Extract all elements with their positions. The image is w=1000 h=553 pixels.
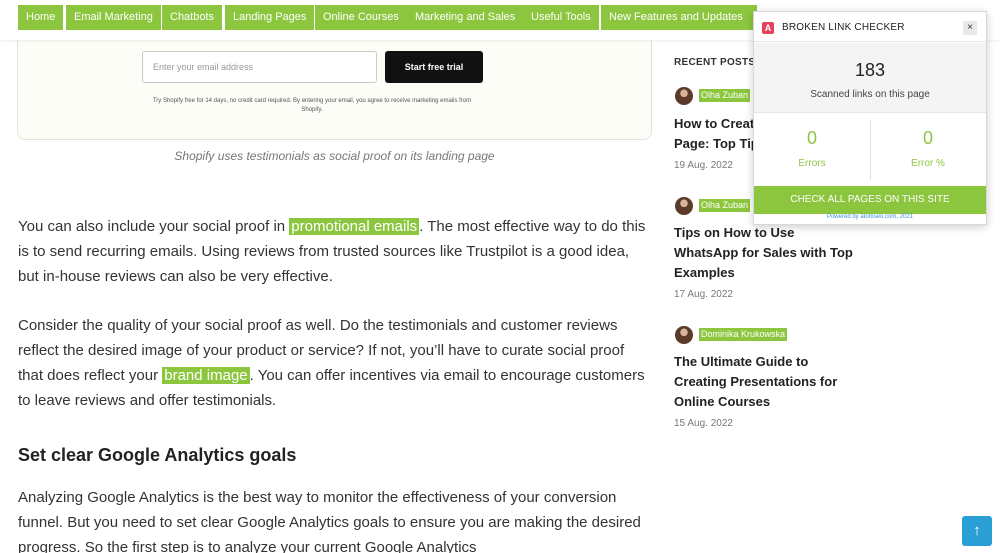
checker-logo-icon: A: [762, 22, 774, 34]
promotional-emails-link[interactable]: promotional emails: [289, 218, 420, 235]
post-date: 15 Aug. 2022: [674, 418, 733, 429]
check-all-pages-button[interactable]: CHECK ALL PAGES ON THIS SITE: [754, 186, 986, 214]
article-paragraph-1: You can also include your social proof i…: [18, 214, 653, 289]
nav-item-chatbots[interactable]: Chatbots: [162, 5, 223, 30]
scanned-links-panel: 183 Scanned links on this page: [754, 43, 986, 113]
nav-item-marketing-and-sales[interactable]: Marketing and Sales: [407, 5, 524, 30]
post-date: 17 Aug. 2022: [674, 289, 733, 300]
email-input[interactable]: Enter your email address: [142, 51, 377, 83]
nav-item-new-features[interactable]: New Features and Updates: [601, 5, 751, 30]
recent-posts-title: RECENT POSTS: [674, 57, 756, 68]
article-paragraph-2: Consider the quality of your social proo…: [18, 313, 653, 413]
scanned-links-count: 183: [854, 60, 886, 80]
error-percent-stat: 0 Error %: [870, 120, 986, 185]
scroll-to-top-button[interactable]: ↑: [962, 516, 992, 546]
errors-stat: 0 Errors: [754, 120, 870, 185]
broken-link-checker-popup: A BROKEN LINK CHECKER × 183 Scanned link…: [753, 11, 987, 225]
nav-item-useful-tools[interactable]: Useful Tools: [523, 5, 599, 30]
image-caption: Shopify uses testimonials as social proo…: [174, 149, 495, 163]
arrow-up-icon: ↑: [973, 522, 981, 539]
powered-by-link[interactable]: Powered by atomseo.com, 2021: [754, 214, 986, 220]
nav-item-online-courses[interactable]: Online Courses: [315, 5, 407, 30]
errors-count: 0: [806, 128, 817, 148]
post-author-link[interactable]: Olha Zuban: [699, 89, 751, 102]
author-avatar: [675, 87, 693, 105]
brand-image-link[interactable]: brand image: [162, 367, 250, 384]
error-percent-label: Error %: [911, 158, 945, 169]
post-author-link[interactable]: Olha Zuban: [699, 199, 751, 212]
nav-item-landing-pages[interactable]: Landing Pages: [225, 5, 315, 30]
article-paragraph-3: Analyzing Google Analytics is the best w…: [18, 489, 641, 553]
nav-item-email-marketing[interactable]: Email Marketing: [66, 5, 161, 30]
post-title-link[interactable]: The Ultimate Guide to Creating Presentat…: [674, 352, 854, 412]
post-author-link[interactable]: Dominika Krukowska: [699, 328, 788, 341]
start-free-trial-button[interactable]: Start free trial: [385, 51, 483, 83]
section-heading: Set clear Google Analytics goals: [18, 445, 297, 465]
error-percent-value: 0: [922, 128, 933, 148]
checker-header: A BROKEN LINK CHECKER ×: [754, 12, 986, 42]
checker-title: BROKEN LINK CHECKER: [782, 22, 905, 33]
scanned-links-label: Scanned links on this page: [810, 89, 930, 100]
post-date: 19 Aug. 2022: [674, 160, 733, 171]
author-avatar: [675, 326, 693, 344]
author-avatar: [675, 197, 693, 215]
close-icon[interactable]: ×: [963, 21, 977, 35]
errors-label: Errors: [798, 158, 826, 169]
signup-disclaimer: Try Shopify free for 14 days, no credit …: [152, 98, 472, 113]
paragraph-text: You can also include your social proof i…: [18, 218, 290, 235]
post-title-link[interactable]: Tips on How to Use WhatsApp for Sales wi…: [674, 223, 854, 283]
nav-item-home[interactable]: Home: [18, 5, 64, 30]
